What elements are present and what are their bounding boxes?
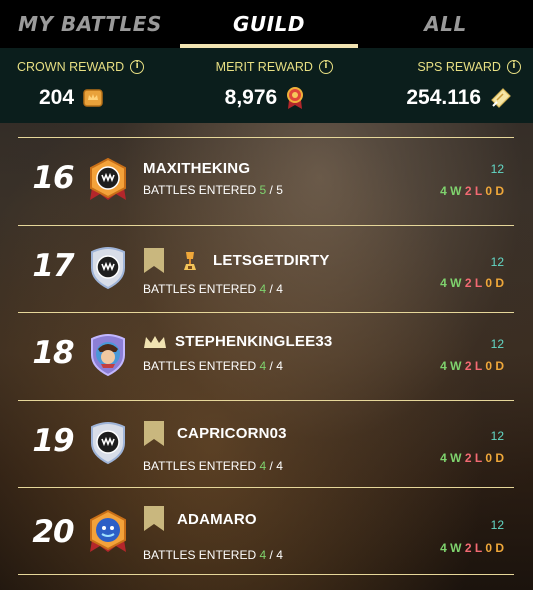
merit-reward-label: MERIT REWARD [215, 60, 313, 74]
rating-value: 12 [490, 254, 504, 269]
avatar [90, 510, 126, 552]
player-name[interactable]: MAXITHEKING [143, 160, 250, 177]
guild-leaderboard: 16 MAXITHEKING BATTLES ENTERED 5 / 5 12 … [18, 137, 514, 575]
draws: 0 D [485, 541, 504, 555]
banner-icon [144, 420, 164, 446]
battles-entered-label: BATTLES ENTERED [143, 548, 257, 562]
battle-tabs: MY BATTLES GUILD ALL [0, 0, 533, 48]
avatar [91, 246, 125, 289]
merit-icon [287, 87, 304, 109]
tab-all[interactable]: ALL [358, 0, 533, 48]
tab-guild[interactable]: GUILD [180, 0, 358, 48]
battles-entered: BATTLES ENTERED 4 / 4 [143, 359, 283, 373]
wins: 4 W [440, 275, 462, 290]
losses: 2 L [464, 359, 482, 373]
battles-entered-label: BATTLES ENTERED [143, 458, 257, 473]
banner-icon [144, 506, 164, 531]
rank-number: 19 [32, 422, 74, 459]
losses: 2 L [464, 184, 482, 198]
losses: 2 L [464, 450, 482, 465]
draws: 0 D [485, 275, 504, 290]
player-name[interactable]: STEPHENKINGLEE33 [175, 333, 332, 350]
battles-entered: BATTLES ENTERED 5 / 5 [143, 183, 283, 197]
crown-reward-label: CROWN REWARD [17, 60, 125, 74]
win-loss-record: 4 W 2 L 0 D [440, 276, 504, 290]
battles-entered: BATTLES ENTERED 4 / 4 [143, 548, 283, 562]
player-name[interactable]: CAPRICORN03 [177, 425, 287, 442]
table-row[interactable]: 17 LETSGETDIRTY BATTLES ENTERED 4 / 4 12 [18, 224, 514, 313]
win-loss-record: 4 W 2 L 0 D [440, 541, 504, 555]
draws: 0 D [485, 184, 504, 198]
sps-reward-value: 254.116 [406, 86, 482, 109]
draws: 0 D [485, 450, 504, 465]
battles-total-count: 5 [276, 183, 283, 197]
avatar [91, 333, 125, 377]
info-icon[interactable]: i [130, 60, 145, 74]
wins: 4 W [440, 184, 462, 198]
battles-entered-count: 4 [259, 281, 267, 296]
rank-number: 17 [32, 247, 74, 284]
losses: 2 L [464, 275, 482, 290]
win-loss-record: 4 W 2 L 0 D [440, 359, 504, 373]
battles-total-count: 4 [276, 281, 283, 296]
rewards-bar: CROWN REWARD i 204 MERIT REWARD i 8,976 [0, 48, 533, 123]
crown-reward-value: 204 [39, 86, 75, 109]
crown-reward: CROWN REWARD i 204 [0, 48, 178, 123]
sps-reward: SPS REWARD i 254.116 [355, 48, 533, 123]
banner-icon [144, 247, 164, 273]
table-row[interactable]: 18 STEPHENKINGLEE33 BATTLES ENTERED 4 / … [18, 312, 514, 400]
rating-value: 12 [490, 337, 504, 351]
win-loss-record: 4 W 2 L 0 D [440, 184, 504, 198]
battles-total-count: 4 [276, 548, 283, 562]
rank-number: 20 [32, 514, 74, 550]
table-row[interactable]: 16 MAXITHEKING BATTLES ENTERED 5 / 5 12 … [18, 137, 514, 225]
battles-entered-count: 4 [259, 458, 267, 473]
avatar [90, 158, 126, 200]
sps-icon [491, 88, 511, 108]
merit-reward-value: 8,976 [224, 86, 278, 109]
losses: 2 L [464, 541, 482, 555]
crown-reward-icon [83, 89, 103, 107]
battles-entered: BATTLES ENTERED 4 / 4 [143, 458, 283, 473]
avatar [91, 421, 125, 464]
battles-entered: BATTLES ENTERED 4 / 4 [143, 281, 283, 296]
player-name[interactable]: LETSGETDIRTY [213, 252, 330, 269]
draws: 0 D [485, 359, 504, 373]
wins: 4 W [440, 450, 462, 465]
merit-reward: MERIT REWARD i 8,976 [178, 48, 356, 123]
win-loss-record: 4 W 2 L 0 D [440, 451, 504, 465]
wins: 4 W [440, 359, 462, 373]
player-name[interactable]: ADAMARO [177, 511, 257, 528]
battles-entered-label: BATTLES ENTERED [143, 183, 257, 197]
battles-entered-label: BATTLES ENTERED [143, 281, 257, 296]
battles-total-count: 4 [276, 458, 283, 473]
table-row[interactable]: 19 CAPRICORN03 BATTLES ENTERED 4 / 4 12 … [18, 399, 514, 488]
info-icon[interactable]: i [506, 60, 521, 74]
battles-entered-label: BATTLES ENTERED [143, 359, 257, 373]
tab-my-battles[interactable]: MY BATTLES [0, 0, 180, 48]
crown-icon [144, 335, 166, 348]
rating-value: 12 [490, 162, 504, 176]
rating-value: 12 [490, 428, 504, 443]
sps-reward-label: SPS REWARD [417, 60, 501, 74]
table-row[interactable]: 20 ADAMARO BATTLES ENTERED 4 / 4 12 4 W … [18, 487, 514, 575]
rank-number: 18 [32, 335, 74, 371]
battles-entered-count: 5 [259, 183, 267, 197]
battles-total-count: 4 [276, 359, 283, 373]
info-icon[interactable]: i [318, 60, 333, 74]
trophy-icon [184, 251, 196, 270]
rank-number: 16 [32, 160, 74, 196]
battles-entered-count: 4 [259, 548, 267, 562]
rating-value: 12 [490, 518, 504, 532]
battles-entered-count: 4 [259, 359, 267, 373]
wins: 4 W [440, 541, 462, 555]
